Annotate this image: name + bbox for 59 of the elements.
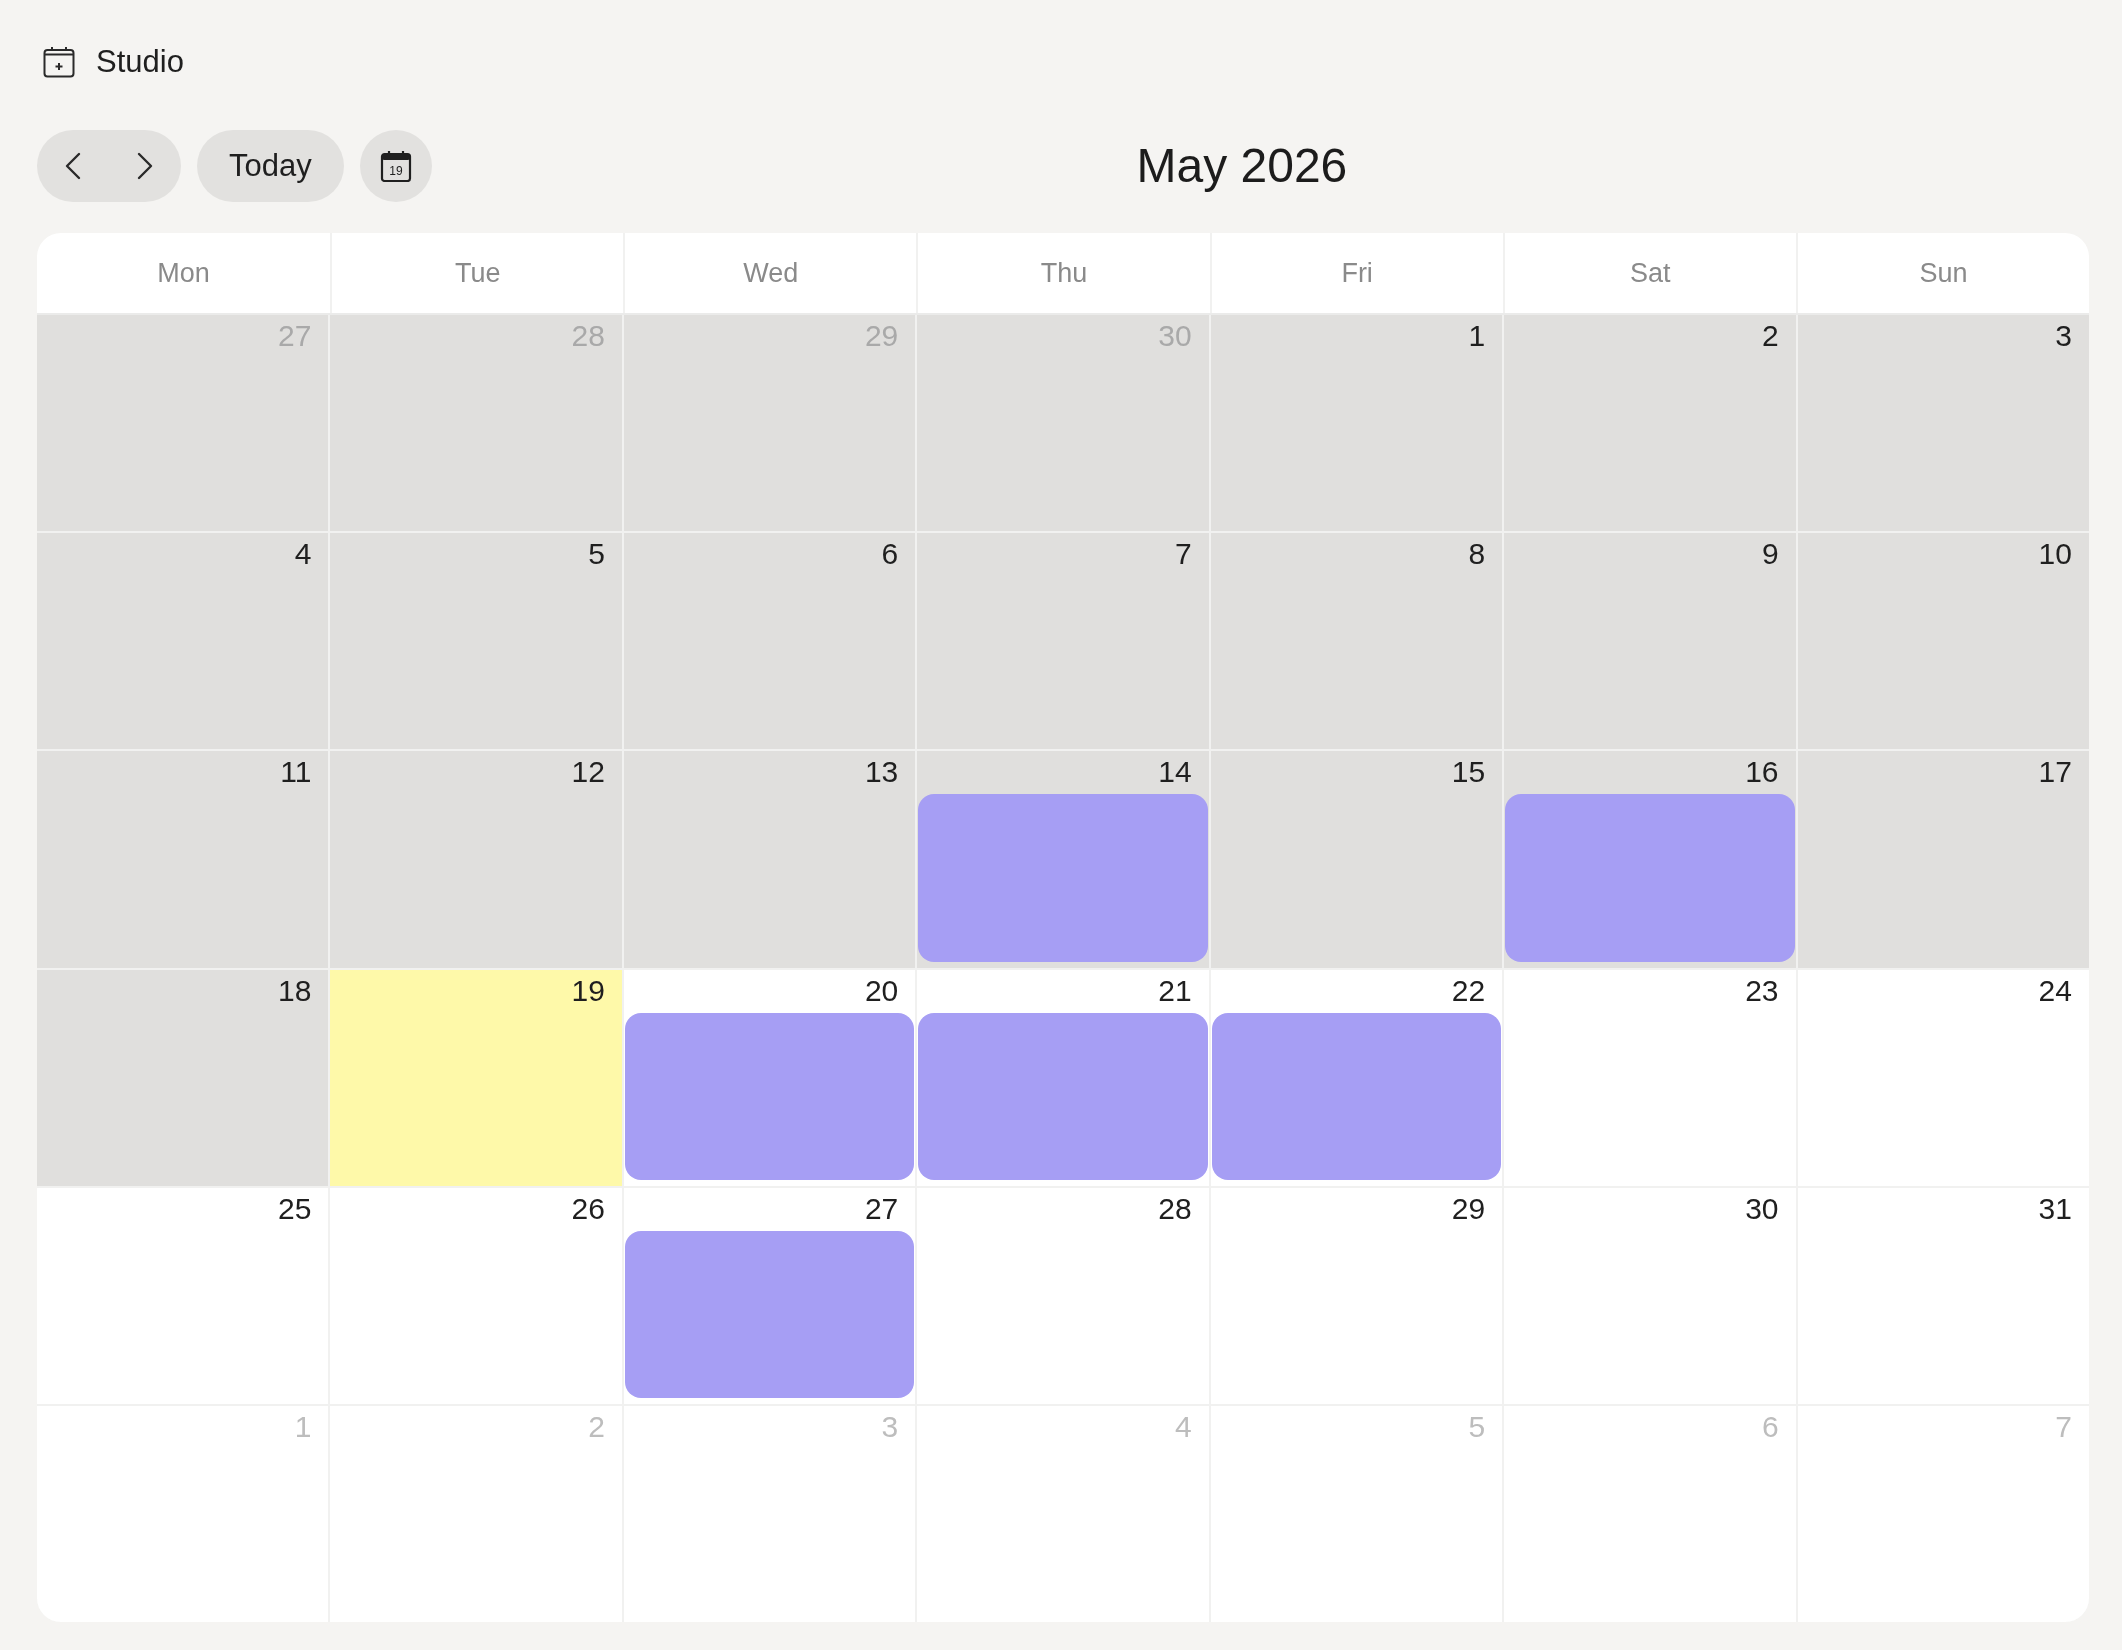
app-title: Studio	[96, 44, 184, 80]
date-number: 6	[881, 536, 899, 573]
calendar-plus-icon	[43, 46, 75, 78]
date-number: 15	[1451, 754, 1486, 791]
date-number: 2	[1761, 318, 1779, 354]
today-button[interactable]: Today	[197, 130, 344, 202]
date-number: 13	[864, 754, 899, 791]
date-number: 28	[1158, 1190, 1192, 1227]
date-number: 16	[1745, 754, 1779, 791]
date-number: 11	[280, 754, 312, 791]
date-picker-button[interactable]: 19	[359, 130, 432, 202]
calendar-icon: 19	[379, 150, 412, 182]
weekday-label: Fri	[1341, 257, 1373, 289]
date-number: 1	[1468, 318, 1486, 354]
weekday-label: Sun	[1919, 257, 1968, 289]
date-number: 18	[278, 972, 312, 1009]
event-block[interactable]	[624, 1012, 915, 1180]
weekday-label: Thu	[1040, 257, 1088, 289]
date-number: 3	[2055, 318, 2072, 354]
chevron-left-icon	[65, 152, 81, 180]
date-number: 30	[1745, 1190, 1779, 1227]
date-number: 3	[881, 1408, 899, 1445]
date-number: 12	[571, 754, 605, 791]
date-number: 2	[588, 1408, 605, 1445]
date-number: 27	[864, 1190, 899, 1227]
date-number: 17	[2038, 754, 2072, 791]
weekday-label: Wed	[743, 257, 799, 289]
date-number: 4	[1175, 1408, 1192, 1445]
date-number: 19	[571, 972, 605, 1009]
date-number: 7	[2055, 1408, 2072, 1445]
date-number: 5	[1468, 1408, 1486, 1445]
weekday-label: Sat	[1630, 257, 1671, 289]
date-number: 31	[2038, 1190, 2072, 1227]
event-block[interactable]	[918, 1012, 1208, 1180]
date-number: 7	[1175, 536, 1192, 573]
date-number: 4	[294, 536, 312, 573]
date-number: 5	[588, 536, 605, 573]
chevron-right-icon	[137, 152, 153, 180]
date-number: 25	[278, 1190, 312, 1227]
date-number: 10	[2038, 536, 2072, 573]
event-block[interactable]	[1211, 1012, 1502, 1180]
date-number: 8	[1468, 536, 1486, 573]
date-number: 29	[1451, 1190, 1486, 1227]
date-number: 26	[571, 1190, 605, 1227]
date-number: 6	[1761, 1408, 1779, 1445]
event-block[interactable]	[624, 1230, 915, 1398]
weekday-label: Mon	[157, 257, 210, 289]
date-number: 21	[1158, 972, 1192, 1009]
date-number: 1	[294, 1408, 312, 1445]
date-number: 24	[2038, 972, 2072, 1009]
weekday-label: Tue	[454, 257, 501, 289]
date-number: 22	[1451, 972, 1486, 1009]
date-number: 23	[1745, 972, 1779, 1009]
event-block[interactable]	[918, 794, 1208, 962]
date-number: 14	[1158, 754, 1192, 791]
event-block[interactable]	[1505, 794, 1795, 962]
date-number: 20	[864, 972, 899, 1009]
date-number: 9	[1761, 536, 1779, 573]
month-title: May 2026	[1136, 138, 1348, 194]
